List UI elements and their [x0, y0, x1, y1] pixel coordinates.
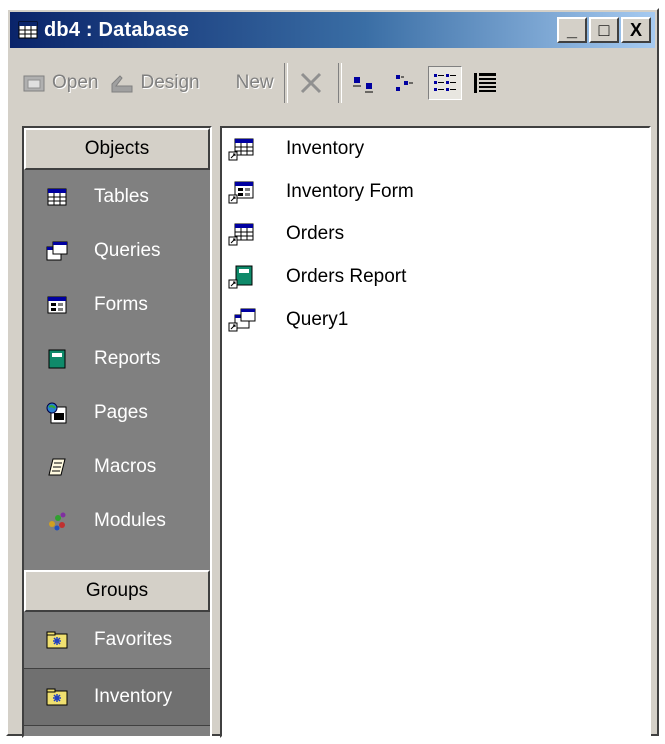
close-button[interactable]: X: [621, 17, 651, 43]
objects-bar: Objects Tables Queries Forms Reports Pag…: [22, 126, 212, 738]
list-item-orders[interactable]: Orders: [222, 213, 649, 256]
list-view-button[interactable]: [427, 66, 462, 100]
design-icon: [111, 75, 133, 93]
objects-item-label: Forms: [94, 294, 148, 315]
groups-item-inventory[interactable]: Inventory: [24, 668, 210, 726]
table-icon: [46, 186, 68, 208]
large-icons-view-icon: [352, 77, 373, 93]
list-item-inventory[interactable]: Inventory: [222, 128, 649, 171]
objects-item-pages[interactable]: Pages: [24, 386, 210, 440]
groups-item-label: Inventory: [94, 686, 173, 707]
title-bar[interactable]: db4 : Database _ □ X: [10, 12, 655, 48]
new-label: New: [235, 72, 274, 93]
design-button[interactable]: Design: [110, 72, 200, 94]
query-icon: [46, 240, 68, 262]
close-icon: X: [629, 19, 642, 40]
open-icon: [23, 75, 45, 92]
small-icons-view-button[interactable]: [388, 66, 422, 100]
database-icon: [18, 21, 38, 39]
groups-item-label: Favorites: [94, 629, 173, 650]
folder-icon: [46, 631, 68, 649]
table-shortcut-icon: [228, 137, 254, 161]
database-window: db4 : Database _ □ X Open Design New Obj…: [6, 8, 659, 738]
objects-item-tables[interactable]: Tables: [24, 170, 210, 224]
list-item-inventory-form[interactable]: Inventory Form: [222, 171, 649, 214]
window-controls: _ □ X: [557, 17, 651, 43]
folder-icon: [46, 688, 68, 706]
large-icons-view-button[interactable]: [348, 66, 382, 100]
form-shortcut-icon: [228, 180, 254, 204]
table-shortcut-icon: [228, 222, 254, 246]
list-item-label: Orders Report: [286, 266, 407, 288]
list-item-label: Inventory Form: [286, 180, 414, 202]
objects-item-label: Queries: [94, 240, 161, 261]
module-icon: [46, 510, 68, 532]
window-title: db4 : Database: [44, 18, 190, 41]
database-toolbar: Open Design New: [10, 50, 655, 116]
maximize-button[interactable]: □: [589, 17, 619, 43]
open-button[interactable]: Open: [22, 72, 98, 94]
small-icons-view-icon: [395, 75, 413, 91]
design-label: Design: [140, 72, 200, 93]
objects-item-label: Modules: [94, 510, 166, 531]
toolbar-separator: [283, 63, 288, 103]
details-view-icon: [473, 73, 496, 93]
maximize-icon: □: [598, 19, 610, 40]
objects-item-label: Pages: [94, 402, 148, 423]
objects-item-reports[interactable]: Reports: [24, 332, 210, 386]
list-item-label: Query1: [286, 308, 349, 330]
objects-header-button[interactable]: Objects: [24, 128, 210, 170]
objects-item-queries[interactable]: Queries: [24, 224, 210, 278]
groups-bar: Groups Favorites Inventory: [24, 570, 210, 726]
open-label: Open: [52, 72, 99, 93]
objects-item-modules[interactable]: Modules: [24, 494, 210, 548]
list-item-label: Inventory: [286, 138, 365, 160]
form-icon: [46, 294, 68, 316]
query-shortcut-icon: [228, 308, 256, 332]
list-item-label: Orders: [286, 223, 345, 245]
report-icon: [46, 348, 68, 370]
objects-item-forms[interactable]: Forms: [24, 278, 210, 332]
objects-item-label: Tables: [94, 186, 149, 207]
minimize-button[interactable]: _: [557, 17, 587, 43]
minimize-icon: _: [566, 19, 577, 40]
delete-button[interactable]: [294, 66, 328, 100]
object-list[interactable]: Inventory Inventory Form Orders Orders R…: [220, 126, 651, 738]
macro-icon: [46, 456, 68, 478]
groups-header-button[interactable]: Groups: [24, 570, 210, 612]
list-item-query1[interactable]: Query1: [222, 298, 649, 341]
groups-item-favorites[interactable]: Favorites: [24, 612, 210, 668]
objects-item-label: Macros: [94, 456, 157, 477]
list-item-orders-report[interactable]: Orders Report: [222, 256, 649, 299]
page-icon: [46, 402, 68, 424]
toolbar-separator: [337, 63, 342, 103]
objects-item-macros[interactable]: Macros: [24, 440, 210, 494]
delete-x-icon: [300, 72, 321, 94]
details-view-button[interactable]: [468, 66, 502, 100]
new-button[interactable]: New: [236, 72, 274, 94]
list-view-icon: [433, 74, 456, 91]
report-shortcut-icon: [228, 265, 254, 289]
objects-item-label: Reports: [94, 348, 161, 369]
